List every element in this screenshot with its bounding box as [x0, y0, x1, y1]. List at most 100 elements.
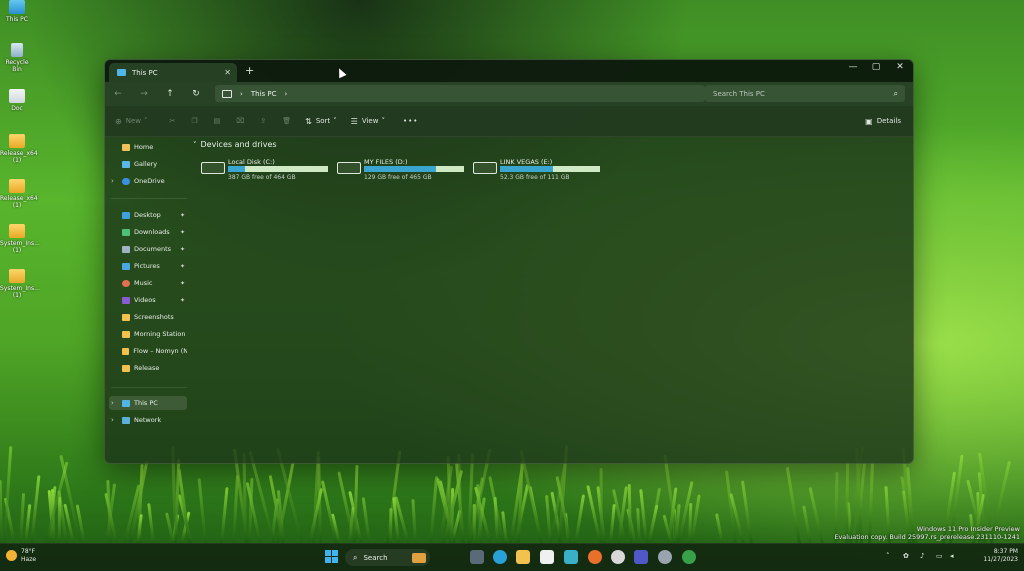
chat-app-icon[interactable]	[682, 550, 696, 564]
desktop-icon-system-2[interactable]: System_Ins... (1)	[0, 269, 40, 299]
new-tab-button[interactable]: +	[245, 64, 254, 77]
close-tab-icon[interactable]: ✕	[224, 68, 231, 77]
grass-blade	[636, 507, 641, 544]
grass-blade	[232, 475, 239, 544]
rename-icon[interactable]: ⌧	[236, 117, 244, 125]
search-input[interactable]: Search This PC ⌕	[705, 85, 905, 102]
store-icon[interactable]	[540, 550, 554, 564]
up-arrow-icon[interactable]: ↑	[157, 89, 183, 99]
grass-blade	[574, 494, 586, 544]
devices-group-header[interactable]: ˅ Devices and drives	[193, 140, 913, 149]
nav-item-this-pc[interactable]: › This PC	[109, 396, 187, 410]
grass-blade	[361, 497, 371, 544]
nav-item-network[interactable]: › Network	[109, 413, 187, 427]
desktop-icon-release-1[interactable]: Release_x64 (1)	[0, 134, 38, 164]
file-explorer-icon[interactable]	[516, 550, 530, 564]
monitor-icon	[222, 89, 232, 98]
minimize-button[interactable]: —	[841, 62, 865, 72]
details-button[interactable]: ▣ Details	[865, 117, 901, 126]
volume-icon[interactable]: ◂	[950, 552, 954, 560]
task-view-icon[interactable]	[470, 550, 484, 564]
drive-d[interactable]: MY FILES (D:) 129 GB free of 465 GB	[337, 158, 467, 181]
paste-icon[interactable]: ▤	[214, 117, 221, 125]
microphone-icon[interactable]: ♪	[920, 552, 924, 560]
new-button[interactable]: ⊕ New ˅	[115, 117, 147, 126]
tab-this-pc[interactable]: This PC ✕	[109, 63, 237, 82]
pin-icon: ✦	[179, 228, 185, 236]
delete-icon[interactable]: 🗑	[282, 117, 291, 125]
nav-item-screenshots[interactable]: Screenshots	[109, 310, 187, 324]
nav-item-pictures[interactable]: Pictures ✦	[109, 259, 187, 273]
grass-blade	[429, 476, 439, 544]
nav-item-release[interactable]: Release	[109, 361, 187, 375]
grass-blade	[411, 498, 417, 544]
start-button[interactable]	[325, 550, 338, 563]
nav-item-morning-station[interactable]: Morning Station	[109, 327, 187, 341]
nav-item-flow[interactable]: Flow – Nomyn (No	[109, 344, 187, 358]
drive-icon	[337, 162, 361, 174]
folder-icon	[9, 269, 25, 283]
drive-c[interactable]: Local Disk (C:) 387 GB free of 464 GB	[201, 158, 331, 181]
folder-icon	[9, 179, 25, 193]
nav-item-onedrive[interactable]: › OneDrive	[109, 174, 187, 188]
command-bar: ⊕ New ˅ ✂ ❐ ▤ ⌧ ⇪ 🗑 ⇅ Sort ˅ ☰ View ˅ ••…	[105, 106, 913, 137]
file-explorer-window: This PC ✕ + — ▢ ✕ ← → ↑ ↻ › This PC › Se…	[104, 59, 914, 464]
more-options-button[interactable]: •••	[403, 117, 418, 125]
drive-e[interactable]: LINK VEGAS (E:) 52.3 GB free of 111 GB	[473, 158, 603, 181]
teams-icon[interactable]	[634, 550, 648, 564]
copy-icon[interactable]: ❐	[191, 117, 197, 125]
grass-blade	[808, 487, 824, 544]
back-arrow-icon[interactable]: ←	[105, 89, 131, 99]
details-pane-icon: ▣	[865, 116, 873, 126]
nav-item-documents[interactable]: Documents ✦	[109, 242, 187, 256]
close-window-button[interactable]: ✕	[888, 62, 912, 72]
drive-usage-bar	[228, 166, 328, 172]
weather-widget[interactable]: 78°F Haze	[6, 548, 36, 564]
drive-usage-bar	[364, 166, 464, 172]
taskbar: 78°F Haze ⌕ Search ˄ ✿ ♪ ▭ ◂ 8:37 PM 11/…	[0, 543, 1024, 571]
sort-button[interactable]: ⇅ Sort ˅	[305, 117, 337, 126]
mail-icon[interactable]	[564, 550, 578, 564]
network-tray-icon[interactable]: ▭	[936, 552, 943, 560]
breadcrumb-this-pc[interactable]: This PC	[251, 90, 277, 98]
clock[interactable]: 8:37 PM 11/27/2023	[983, 548, 1018, 564]
nav-item-music[interactable]: Music ✦	[109, 276, 187, 290]
taskbar-search[interactable]: ⌕ Search	[345, 549, 430, 566]
desktop-icon-doc[interactable]: Doc	[0, 89, 34, 112]
chevron-right-icon[interactable]: ›	[111, 416, 114, 424]
chevron-right-icon[interactable]: ›	[111, 177, 114, 185]
pc-icon	[122, 399, 130, 407]
chevron-up-icon[interactable]: ˄	[886, 552, 890, 560]
desktop-icon-recycle-bin[interactable]: Recycle Bin	[0, 43, 34, 73]
view-button[interactable]: ☰ View ˅	[351, 117, 385, 126]
forward-arrow-icon[interactable]: →	[131, 89, 157, 99]
edge-icon[interactable]	[493, 550, 507, 564]
desktop-icon-release-2[interactable]: Release_x64 (1)	[0, 179, 38, 209]
chevron-right-icon[interactable]: ›	[111, 399, 114, 407]
address-bar[interactable]: › This PC ›	[215, 85, 705, 102]
maximize-button[interactable]: ▢	[864, 62, 888, 72]
home-icon	[122, 143, 130, 151]
nav-item-downloads[interactable]: Downloads ✦	[109, 225, 187, 239]
share-icon[interactable]: ⇪	[260, 117, 266, 125]
tray-app-icon[interactable]: ✿	[903, 552, 909, 560]
nav-item-gallery[interactable]: Gallery	[109, 157, 187, 171]
pin-icon: ✦	[179, 279, 185, 287]
cut-icon[interactable]: ✂	[169, 117, 175, 125]
grass-blade	[220, 487, 229, 544]
refresh-icon[interactable]: ↻	[183, 89, 209, 99]
settings-gear-icon[interactable]	[658, 550, 672, 564]
desktop-icon-this-pc[interactable]: This PC	[0, 0, 34, 23]
search-placeholder: Search This PC	[713, 89, 765, 98]
desktop-icon-system-1[interactable]: System_Ins... (1)	[0, 224, 40, 254]
nav-item-videos[interactable]: Videos ✦	[109, 293, 187, 307]
firefox-icon[interactable]	[588, 550, 602, 564]
chrome-icon[interactable]	[611, 550, 625, 564]
grass-blade	[802, 505, 812, 544]
nav-item-home[interactable]: Home	[109, 140, 187, 154]
nav-item-desktop[interactable]: Desktop ✦	[109, 208, 187, 222]
grass-blade	[599, 467, 603, 544]
weather-haze-icon	[6, 550, 17, 561]
breadcrumb-chevron[interactable]: ›	[284, 90, 287, 98]
grass-blade	[30, 475, 41, 544]
